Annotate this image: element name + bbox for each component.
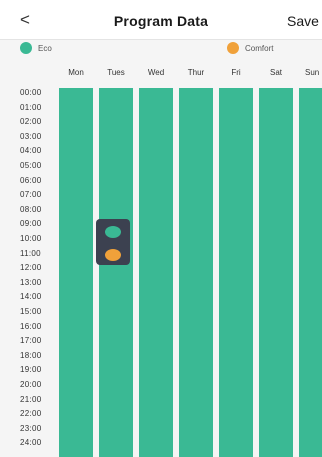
hour-label: 07:00 bbox=[20, 190, 42, 200]
top-bar: < Program Data Save bbox=[0, 0, 322, 40]
day-label-mon: Mon bbox=[68, 68, 84, 77]
schedule-grid: 00:00 01:00 02:00 03:00 04:00 05:00 06:00 07:00… bbox=[0, 86, 322, 457]
hour-label: 20:00 bbox=[20, 380, 42, 389]
hour-label: 18:00 bbox=[20, 350, 42, 360]
hour-label: 24:00 bbox=[20, 438, 42, 448]
comfort-dot-icon bbox=[227, 42, 239, 54]
day-label-wed: Wed bbox=[147, 68, 165, 77]
hour-label: 02:00 bbox=[20, 117, 42, 127]
legend-label-eco: Eco bbox=[38, 43, 52, 53]
page-title: Program Data bbox=[113, 13, 209, 29]
day-column-sat[interactable] bbox=[259, 88, 293, 457]
hour-axis: 00:00 01:00 02:00 03:00 04:00 05:00 06:00 07:00… bbox=[0, 86, 56, 457]
legend-label-comfort: Comfort bbox=[245, 43, 274, 53]
day-column-wed[interactable] bbox=[139, 88, 173, 457]
hour-label: 16:00 bbox=[20, 321, 42, 331]
day-label-tues: Tues bbox=[107, 68, 125, 77]
day-label-thur: Thur bbox=[187, 68, 205, 77]
hour-label: 22:00 bbox=[20, 409, 42, 419]
hour-label: 13:00 bbox=[20, 277, 42, 287]
day-column-thur[interactable] bbox=[179, 88, 213, 457]
hour-label: 01:00 bbox=[20, 102, 42, 112]
day-label-sun: Sun bbox=[305, 68, 320, 77]
hour-label: 04:00 bbox=[20, 146, 42, 156]
hour-label: 00:00 bbox=[20, 88, 42, 97]
mode-picker-popover bbox=[96, 219, 130, 265]
day-column-sun[interactable] bbox=[299, 88, 322, 457]
save-button[interactable]: Save bbox=[287, 13, 319, 29]
day-header-row: Mon Tues Wed Thur Fri Sat Sun bbox=[0, 56, 322, 86]
day-column-mon[interactable] bbox=[59, 88, 93, 457]
hour-label: 05:00 bbox=[20, 161, 42, 170]
hour-label: 17:00 bbox=[20, 336, 42, 346]
comfort-option-button[interactable] bbox=[105, 249, 121, 261]
hour-label: 10:00 bbox=[20, 234, 42, 243]
hour-label: 23:00 bbox=[20, 423, 42, 433]
hour-label: 19:00 bbox=[20, 365, 42, 375]
eco-option-button[interactable] bbox=[105, 226, 121, 238]
hour-label: 08:00 bbox=[20, 204, 42, 214]
legend-item-eco: Eco bbox=[20, 40, 52, 56]
hour-label: 21:00 bbox=[20, 394, 42, 404]
hour-label: 12:00 bbox=[20, 263, 42, 273]
day-label-fri: Fri bbox=[231, 68, 241, 77]
hour-label: 15:00 bbox=[20, 307, 42, 316]
day-column-fri[interactable] bbox=[219, 88, 253, 457]
day-column-tues[interactable] bbox=[99, 88, 133, 457]
hour-label: 09:00 bbox=[20, 219, 42, 229]
legend-item-comfort: Comfort bbox=[227, 40, 273, 56]
mode-legend: Eco Comfort bbox=[0, 40, 322, 56]
hour-label: 06:00 bbox=[20, 175, 42, 185]
hour-label: 14:00 bbox=[20, 292, 42, 302]
day-label-sat: Sat bbox=[269, 68, 282, 77]
eco-dot-icon bbox=[20, 42, 32, 54]
hour-label: 11:00 bbox=[20, 248, 41, 258]
hour-label: 03:00 bbox=[20, 131, 42, 141]
